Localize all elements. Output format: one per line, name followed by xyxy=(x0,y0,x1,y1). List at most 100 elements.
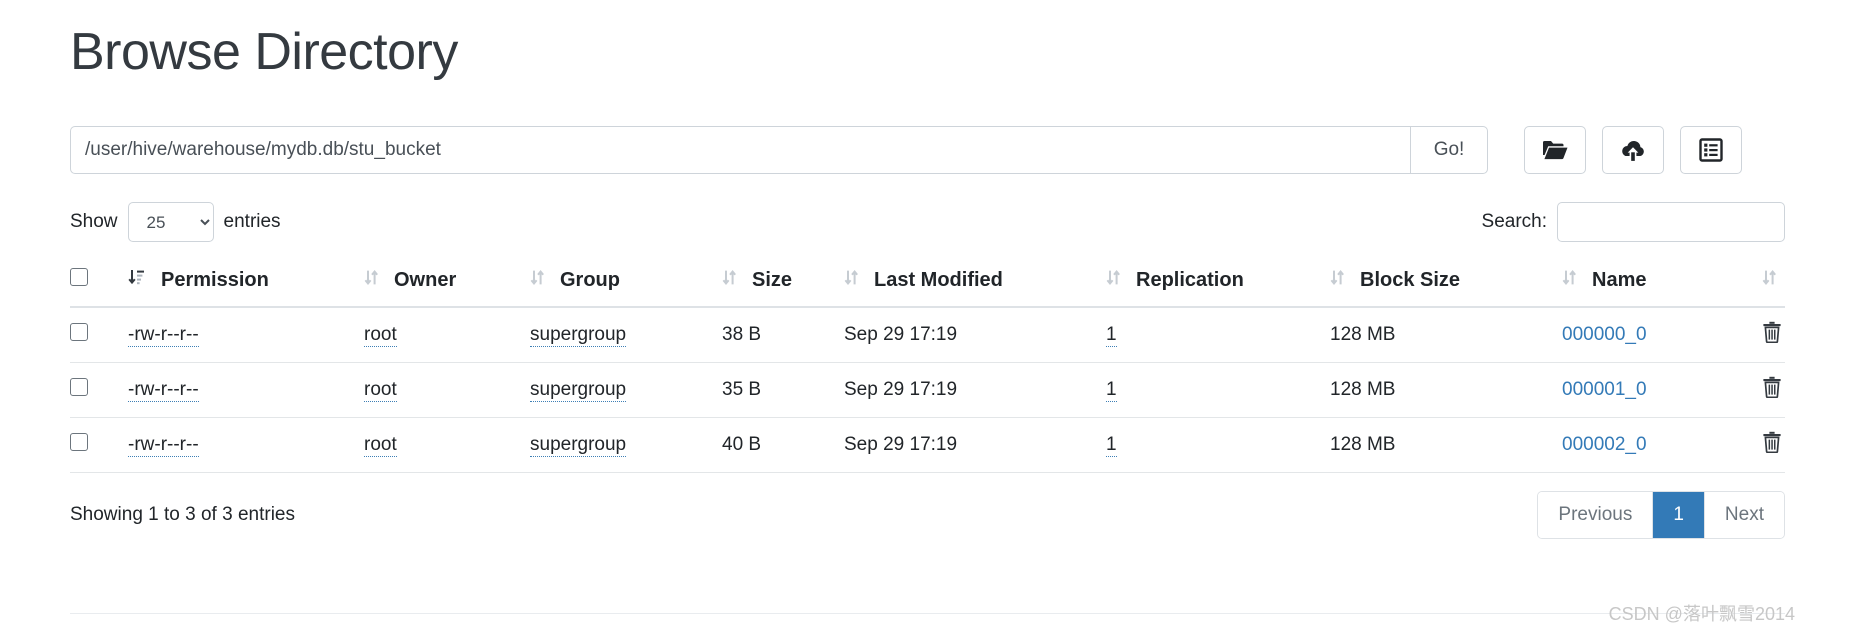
row-checkbox[interactable] xyxy=(70,378,88,396)
trash-icon xyxy=(1762,431,1782,456)
cell-last-modified: Sep 29 17:19 xyxy=(844,363,1106,418)
file-name-link[interactable]: 000001_0 xyxy=(1562,379,1647,400)
header-permission[interactable]: Permission xyxy=(128,258,364,307)
cell-last-modified: Sep 29 17:19 xyxy=(844,307,1106,363)
header-owner-label: Owner xyxy=(394,269,456,292)
row-select-cell[interactable] xyxy=(70,307,128,363)
replication-value[interactable]: 1 xyxy=(1106,379,1117,402)
select-all-checkbox[interactable] xyxy=(70,268,88,286)
cell-size: 38 B xyxy=(722,307,844,363)
row-checkbox[interactable] xyxy=(70,323,88,341)
cut-paste-button[interactable] xyxy=(1680,126,1742,174)
cell-name: 000000_0 xyxy=(1562,307,1762,363)
path-input[interactable] xyxy=(70,126,1410,174)
header-group-label: Group xyxy=(560,269,620,292)
owner-value[interactable]: root xyxy=(364,324,397,347)
delete-row-button[interactable] xyxy=(1762,431,1782,456)
create-directory-button[interactable] xyxy=(1524,126,1586,174)
cell-delete xyxy=(1762,418,1785,473)
header-block-size[interactable]: Block Size xyxy=(1330,258,1562,307)
folder-open-icon xyxy=(1542,139,1568,161)
browse-directory-page: Browse Directory Go! xyxy=(0,10,1855,630)
cell-replication: 1 xyxy=(1106,307,1330,363)
delete-row-button[interactable] xyxy=(1762,321,1782,346)
table-row: -rw-r--r-- root supergroup 40 B Sep 29 1… xyxy=(70,418,1785,473)
cell-last-modified: Sep 29 17:19 xyxy=(844,418,1106,473)
path-toolbar: Go! xyxy=(70,126,1785,174)
search-input[interactable] xyxy=(1557,202,1785,242)
sort-both-icon xyxy=(1562,269,1576,292)
file-name-link[interactable]: 000002_0 xyxy=(1562,434,1647,455)
replication-value[interactable]: 1 xyxy=(1106,324,1117,347)
owner-value[interactable]: root xyxy=(364,434,397,457)
cell-size: 40 B xyxy=(722,418,844,473)
cell-delete xyxy=(1762,363,1785,418)
group-value[interactable]: supergroup xyxy=(530,324,626,347)
sort-both-icon xyxy=(1762,269,1776,292)
cell-permission: -rw-r--r-- xyxy=(128,418,364,473)
row-select-cell[interactable] xyxy=(70,363,128,418)
row-select-cell[interactable] xyxy=(70,418,128,473)
group-value[interactable]: supergroup xyxy=(530,379,626,402)
cell-owner: root xyxy=(364,363,530,418)
show-entries-control: Show 25 entries xyxy=(70,202,281,242)
cell-size: 35 B xyxy=(722,363,844,418)
header-permission-label: Permission xyxy=(161,269,269,292)
pagination-next[interactable]: Next xyxy=(1705,492,1784,538)
go-button[interactable]: Go! xyxy=(1410,126,1488,174)
search-control: Search: xyxy=(1482,202,1785,242)
owner-value[interactable]: root xyxy=(364,379,397,402)
table-controls: Show 25 entries Search: xyxy=(70,202,1785,242)
header-owner[interactable]: Owner xyxy=(364,258,530,307)
sort-desc-icon xyxy=(128,269,145,292)
group-value[interactable]: supergroup xyxy=(530,434,626,457)
cell-block-size: 128 MB xyxy=(1330,307,1562,363)
table-row: -rw-r--r-- root supergroup 38 B Sep 29 1… xyxy=(70,307,1785,363)
table-footer: Showing 1 to 3 of 3 entries Previous 1 N… xyxy=(70,491,1785,539)
sort-both-icon xyxy=(530,269,544,292)
upload-files-button[interactable] xyxy=(1602,126,1664,174)
watermark: CSDN @落叶飘雪2014 xyxy=(1609,600,1795,626)
permission-value[interactable]: -rw-r--r-- xyxy=(128,434,199,457)
replication-value[interactable]: 1 xyxy=(1106,434,1117,457)
permission-value[interactable]: -rw-r--r-- xyxy=(128,324,199,347)
search-label: Search: xyxy=(1482,211,1547,233)
cell-name: 000001_0 xyxy=(1562,363,1762,418)
header-last-modified-label: Last Modified xyxy=(874,269,1003,292)
list-icon xyxy=(1699,138,1723,162)
permission-value[interactable]: -rw-r--r-- xyxy=(128,379,199,402)
cell-group: supergroup xyxy=(530,418,722,473)
cell-name: 000002_0 xyxy=(1562,418,1762,473)
cell-group: supergroup xyxy=(530,363,722,418)
delete-row-button[interactable] xyxy=(1762,376,1782,401)
header-select-all[interactable] xyxy=(70,258,128,307)
header-delete[interactable] xyxy=(1762,258,1785,307)
header-name[interactable]: Name xyxy=(1562,258,1762,307)
cell-block-size: 128 MB xyxy=(1330,418,1562,473)
row-checkbox[interactable] xyxy=(70,433,88,451)
pagination-page-1[interactable]: 1 xyxy=(1653,492,1705,538)
header-size[interactable]: Size xyxy=(722,258,844,307)
pagination-previous[interactable]: Previous xyxy=(1538,492,1653,538)
page-title: Browse Directory xyxy=(70,10,1785,81)
header-group[interactable]: Group xyxy=(530,258,722,307)
file-name-link[interactable]: 000000_0 xyxy=(1562,324,1647,345)
cell-replication: 1 xyxy=(1106,418,1330,473)
cell-block-size: 128 MB xyxy=(1330,363,1562,418)
show-label: Show xyxy=(70,211,118,233)
cell-owner: root xyxy=(364,307,530,363)
header-replication-label: Replication xyxy=(1136,269,1244,292)
table-row: -rw-r--r-- root supergroup 35 B Sep 29 1… xyxy=(70,363,1785,418)
header-size-label: Size xyxy=(752,269,792,292)
directory-table: Permission Owner xyxy=(70,258,1785,473)
trash-icon xyxy=(1762,376,1782,401)
header-replication[interactable]: Replication xyxy=(1106,258,1330,307)
sort-both-icon xyxy=(844,269,858,292)
cell-permission: -rw-r--r-- xyxy=(128,307,364,363)
trash-icon xyxy=(1762,321,1782,346)
header-last-modified[interactable]: Last Modified xyxy=(844,258,1106,307)
entries-select[interactable]: 25 xyxy=(128,202,214,242)
entries-label: entries xyxy=(224,211,281,233)
toolbar-buttons xyxy=(1524,126,1742,174)
table-header-row: Permission Owner xyxy=(70,258,1785,307)
